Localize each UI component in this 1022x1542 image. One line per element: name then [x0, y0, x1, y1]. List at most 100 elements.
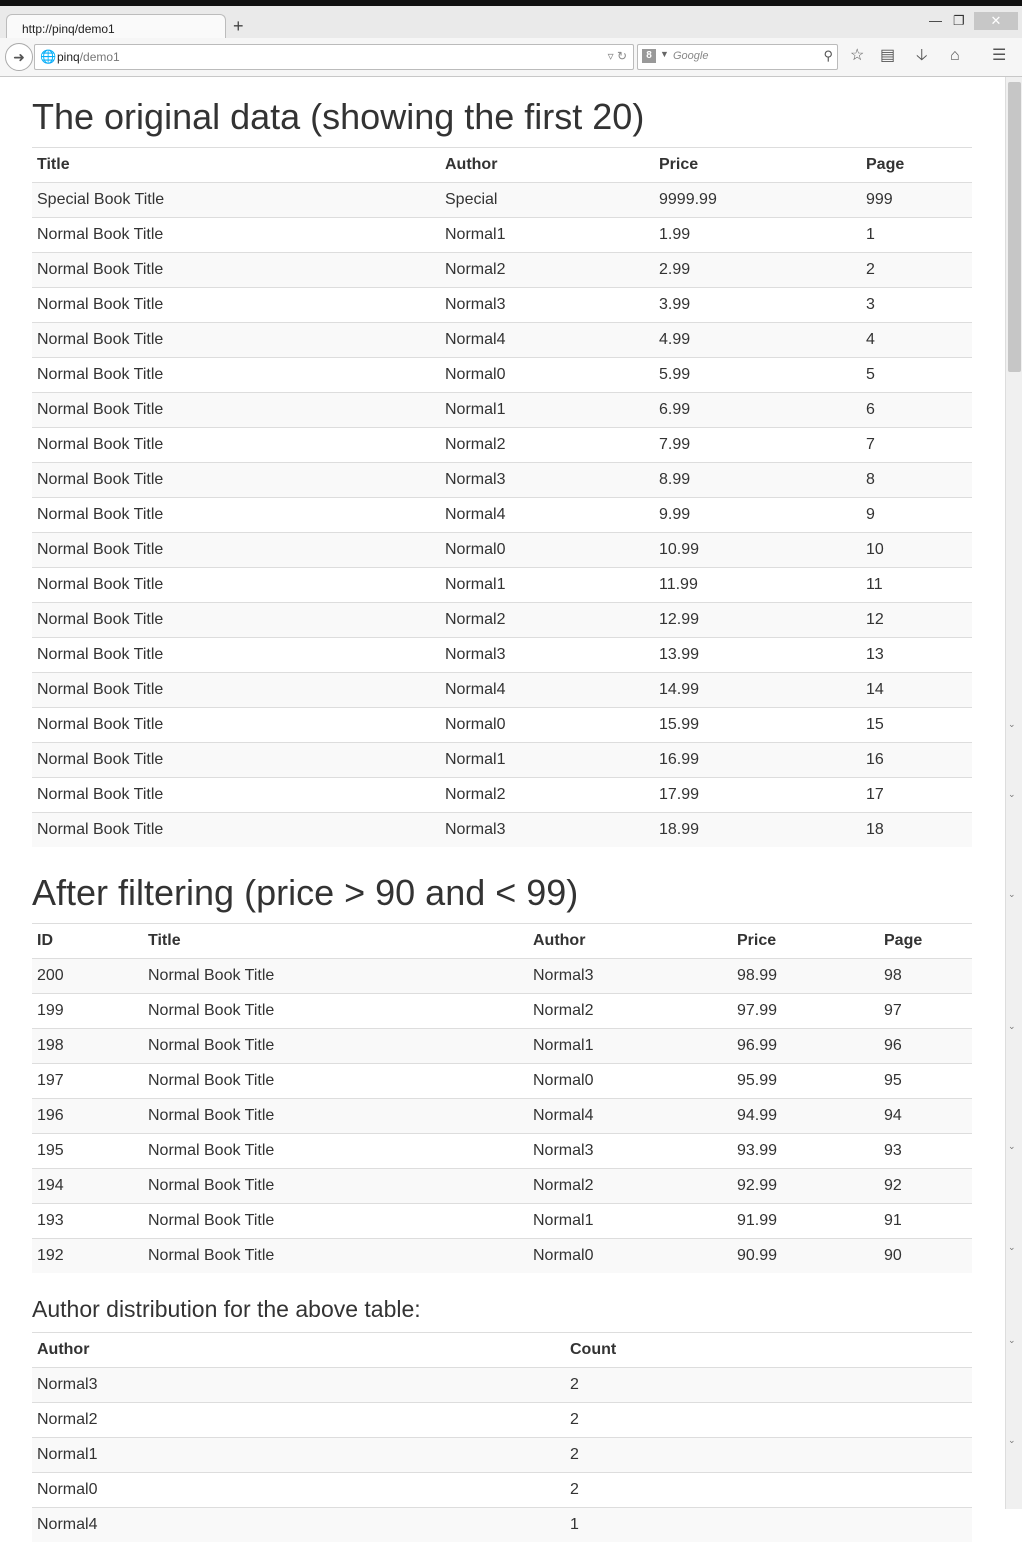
table-body: 200Normal Book TitleNormal398.9998199Nor…	[32, 959, 972, 1274]
downloads-icon[interactable]: 🡣	[916, 48, 928, 64]
scroll-marker-icon: ⌄	[1008, 719, 1016, 730]
table-row: 198Normal Book TitleNormal196.9996	[32, 1029, 972, 1064]
table-cell: 12.99	[654, 603, 861, 638]
search-engine-dropdown-icon[interactable]: ▼	[660, 49, 669, 59]
column-header: Author	[528, 924, 732, 959]
table-cell: 95.99	[732, 1064, 879, 1099]
table-cell: 196	[32, 1099, 143, 1134]
table-row: Normal Book TitleNormal22.992	[32, 253, 972, 288]
table-cell: 2.99	[654, 253, 861, 288]
table-cell: 15.99	[654, 708, 861, 743]
table-cell: 9999.99	[654, 183, 861, 218]
table-row: Normal Book TitleNormal27.997	[32, 428, 972, 463]
menu-icon[interactable]: ☰	[992, 48, 1006, 64]
restore-icon[interactable]: ❐	[953, 14, 965, 28]
history-dropdown-icon[interactable]: ▿	[608, 49, 614, 63]
reading-list-icon[interactable]: ▤	[880, 48, 895, 64]
table-cell: 999	[861, 183, 972, 218]
table-cell: Normal3	[528, 959, 732, 994]
table-cell: 4	[861, 323, 972, 358]
table-cell: Normal Book Title	[32, 218, 440, 253]
home-icon[interactable]: ⌂	[950, 48, 960, 64]
vertical-scrollbar[interactable]: ⌄ ⌄ ⌄ ⌄ ⌄ ⌄ ⌄ ⌄	[1005, 77, 1022, 1509]
search-engine-icon[interactable]: 8	[642, 49, 656, 63]
table-row: 195Normal Book TitleNormal393.9993	[32, 1134, 972, 1169]
table-cell: 2	[565, 1438, 972, 1473]
table-cell: 8	[861, 463, 972, 498]
table-row: 200Normal Book TitleNormal398.9998	[32, 959, 972, 994]
table-cell: 6	[861, 393, 972, 428]
table-cell: Normal Book Title	[32, 813, 440, 848]
table-row: Normal Book TitleNormal010.9910	[32, 533, 972, 568]
table-cell: 4.99	[654, 323, 861, 358]
table-cell: 16.99	[654, 743, 861, 778]
table-cell: 1.99	[654, 218, 861, 253]
table-cell: Normal2	[32, 1403, 565, 1438]
table-cell: 94.99	[732, 1099, 879, 1134]
table-cell: 197	[32, 1064, 143, 1099]
table-cell: 8.99	[654, 463, 861, 498]
column-header: ID	[32, 924, 143, 959]
table-cell: Normal Book Title	[32, 463, 440, 498]
table-cell: 194	[32, 1169, 143, 1204]
table-cell: 5.99	[654, 358, 861, 393]
tab-title: http://pinq/demo1	[22, 22, 115, 36]
table-cell: 198	[32, 1029, 143, 1064]
table-cell: Normal1	[528, 1204, 732, 1239]
search-box[interactable]: 8 ▼ Google ⚲	[637, 44, 838, 70]
back-button[interactable]: ➜	[5, 43, 33, 71]
bookmark-star-icon[interactable]: ☆	[850, 48, 864, 64]
site-identity-icon[interactable]: 🌐	[40, 49, 56, 65]
table-cell: 94	[879, 1099, 972, 1134]
table-row: 197Normal Book TitleNormal095.9995	[32, 1064, 972, 1099]
table-cell: Normal0	[528, 1239, 732, 1274]
table-cell: 98	[879, 959, 972, 994]
table-cell: Normal Book Title	[32, 603, 440, 638]
table-cell: Normal3	[440, 463, 654, 498]
table-cell: 2	[565, 1473, 972, 1508]
column-header: Title	[143, 924, 528, 959]
original-data-table: TitleAuthorPricePage Special Book TitleS…	[32, 147, 972, 847]
table-cell: 200	[32, 959, 143, 994]
table-cell: 13	[861, 638, 972, 673]
column-header: Title	[32, 148, 440, 183]
table-cell: 93.99	[732, 1134, 879, 1169]
table-row: Normal Book TitleNormal313.9913	[32, 638, 972, 673]
table-cell: 14.99	[654, 673, 861, 708]
table-cell: Normal Book Title	[143, 1239, 528, 1274]
scrollbar-thumb[interactable]	[1008, 82, 1021, 372]
table-row: Normal12	[32, 1438, 972, 1473]
table-header-row: IDTitleAuthorPricePage	[32, 924, 972, 959]
table-cell: 2	[565, 1403, 972, 1438]
tab-strip: http://pinq/demo1 + — ❐ ✕	[0, 6, 1022, 38]
search-placeholder: Google	[673, 50, 708, 62]
table-cell: Normal4	[528, 1099, 732, 1134]
minimize-icon[interactable]: —	[929, 14, 942, 28]
table-cell: 9.99	[654, 498, 861, 533]
column-header: Page	[861, 148, 972, 183]
table-cell: Normal Book Title	[32, 498, 440, 533]
table-cell: Normal3	[528, 1134, 732, 1169]
table-cell: Normal Book Title	[32, 533, 440, 568]
table-cell: 10	[861, 533, 972, 568]
table-cell: 11.99	[654, 568, 861, 603]
original-data-heading: The original data (showing the first 20)	[32, 97, 972, 137]
table-header-row: AuthorCount	[32, 1333, 972, 1368]
table-cell: Normal1	[440, 568, 654, 603]
table-cell: Normal Book Title	[32, 288, 440, 323]
table-cell: Special Book Title	[32, 183, 440, 218]
search-icon[interactable]: ⚲	[823, 48, 833, 64]
table-row: Normal Book TitleNormal11.991	[32, 218, 972, 253]
column-header: Price	[654, 148, 861, 183]
table-cell: Normal2	[440, 253, 654, 288]
table-row: Normal Book TitleNormal49.999	[32, 498, 972, 533]
table-row: Normal Book TitleNormal116.9916	[32, 743, 972, 778]
address-bar[interactable]: 🌐 pinq/demo1 ▿ ↻	[34, 44, 634, 70]
new-tab-button[interactable]: +	[233, 17, 244, 35]
table-cell: 97	[879, 994, 972, 1029]
table-cell: Normal Book Title	[143, 959, 528, 994]
close-window-icon[interactable]: ✕	[974, 12, 1018, 30]
table-cell: 98.99	[732, 959, 879, 994]
url-host: pinq	[57, 50, 80, 64]
reload-icon[interactable]: ↻	[617, 49, 627, 63]
